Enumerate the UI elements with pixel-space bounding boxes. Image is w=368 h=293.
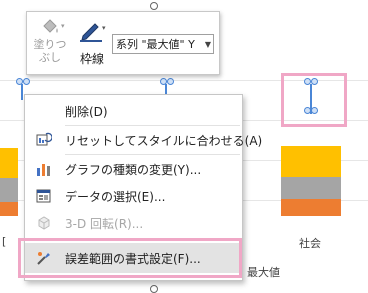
selection-handle[interactable]: [23, 78, 30, 85]
selection-handle[interactable]: [167, 78, 174, 85]
menu-item-reset-style[interactable]: リセットしてスタイルに合わせる(A): [25, 128, 262, 152]
category-label: 社会: [299, 237, 321, 250]
chart-type-icon: [37, 164, 50, 176]
reset-style-icon: [36, 132, 52, 146]
select-data-icon: [36, 189, 51, 203]
series-select[interactable]: 系列 "最大値" Y ▼: [112, 34, 214, 54]
menu-separator: [65, 125, 240, 126]
menu-item-label: データの選択(E)...: [65, 190, 166, 204]
chart-resize-handle[interactable]: [150, 285, 158, 293]
menu-item-delete[interactable]: 削除(D): [25, 99, 242, 123]
paint-bucket-icon: [43, 19, 58, 33]
chevron-down-icon: ▾: [102, 24, 106, 32]
selection-handle[interactable]: [304, 78, 311, 85]
menu-item-label: グラフの種類の変更(Y)...: [65, 163, 202, 177]
legend-label: 最大値: [247, 266, 280, 279]
menu-item-label: 削除(D): [65, 105, 108, 119]
error-bar[interactable]: [21, 84, 23, 100]
fill-button[interactable]: ▾ 塗りつ ぶし: [31, 14, 71, 70]
bar-segment-min[interactable]: [281, 199, 341, 216]
menu-item-label: リセットしてスタイルに合わせる(A): [65, 134, 263, 148]
chart-resize-handle[interactable]: [150, 2, 158, 10]
chevron-down-icon: ▼: [204, 40, 211, 49]
axis-fragment: [: [2, 235, 7, 248]
pen-icon: [80, 23, 102, 42]
series-select-value: 系列 "最大値" Y: [116, 38, 195, 51]
menu-separator: [65, 154, 240, 155]
error-bar[interactable]: [165, 84, 167, 94]
outline-button[interactable]: ▾ 枠線: [75, 14, 111, 70]
chevron-down-icon: ▾: [61, 22, 65, 30]
fill-label: ぶし: [39, 51, 61, 64]
menu-item-3d-rotation: 3-D 回転(R)...: [25, 211, 242, 235]
menu-item-select-data[interactable]: データの選択(E)...: [25, 184, 242, 208]
bar-segment-mid[interactable]: [0, 178, 18, 202]
rotate-3d-icon: [38, 216, 50, 230]
menu-item-change-chart-type[interactable]: グラフの種類の変更(Y)...: [25, 157, 242, 181]
mini-toolbar: ▾ 塗りつ ぶし ▾ 枠線 系列 "最大値" Y ▼: [26, 11, 220, 75]
menu-item-highlight: [18, 238, 242, 278]
selection-handle[interactable]: [304, 107, 311, 114]
outline-label: 枠線: [79, 52, 104, 66]
bar-segment-max[interactable]: [0, 148, 18, 178]
selection-handle[interactable]: [311, 107, 318, 114]
fill-label: 塗りつ: [33, 38, 67, 51]
bar-segment-mid[interactable]: [281, 177, 341, 199]
bar-segment-max[interactable]: [281, 146, 341, 177]
menu-item-label: 3-D 回転(R)...: [65, 217, 144, 231]
bar-segment-min[interactable]: [0, 202, 18, 216]
selection-handle[interactable]: [311, 78, 318, 85]
